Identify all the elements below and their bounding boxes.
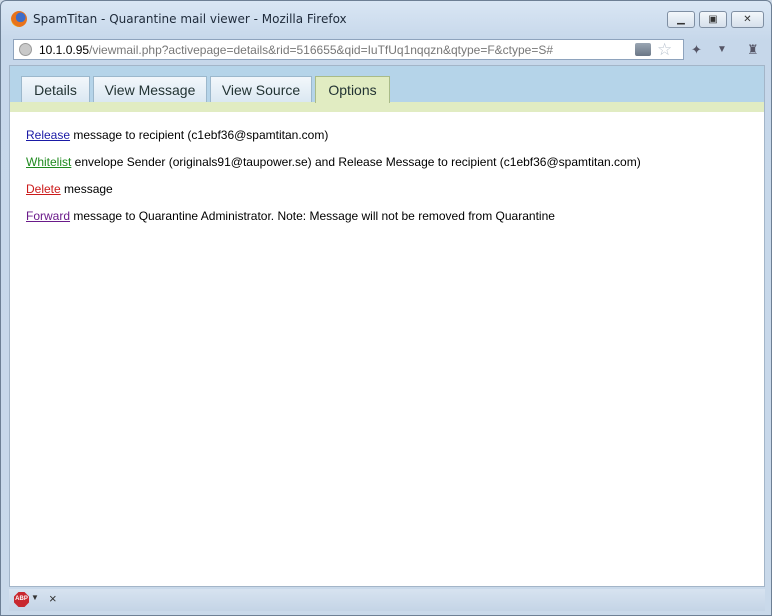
forward-link[interactable]: Forward [26,209,70,223]
navigation-bar: 10.1.0.95/viewmail.php?activepage=detail… [9,37,765,63]
url-path: /viewmail.php?activepage=details&rid=516… [89,43,554,57]
option-forward: Forward message to Quarantine Administra… [26,209,555,223]
firefox-icon [11,11,27,27]
close-addon-bar-icon[interactable]: × [49,591,57,606]
url-text[interactable]: 10.1.0.95/viewmail.php?activepage=detail… [39,43,553,57]
dropdown-arrow-icon[interactable]: ▼ [717,44,727,55]
feed-icon[interactable] [635,43,651,56]
extension-icon[interactable]: ♜ [747,42,759,58]
tab-underline [10,102,764,112]
tab-view-source[interactable]: View Source [210,76,312,102]
close-window-button[interactable]: ✕ [731,11,764,28]
tab-details[interactable]: Details [21,76,90,102]
tab-options[interactable]: Options [315,76,390,103]
addon-bar: ABP ▼ × [9,589,765,611]
release-link[interactable]: Release [26,128,70,142]
tab-strip: Details View Message View Source Options [10,66,764,112]
option-whitelist: Whitelist envelope Sender (originals91@t… [26,155,641,169]
release-description: message to recipient (c1ebf36@spamtitan.… [70,128,329,142]
page-content: Details View Message View Source Options… [9,65,765,587]
adblock-menu-arrow-icon[interactable]: ▼ [31,593,39,602]
address-bar[interactable]: 10.1.0.95/viewmail.php?activepage=detail… [13,39,684,60]
whitelist-link[interactable]: Whitelist [26,155,71,169]
maximize-button[interactable]: ▣ [699,11,727,28]
option-delete: Delete message [26,182,113,196]
delete-description: message [60,182,113,196]
url-host: 10.1.0.95 [39,43,90,57]
option-release: Release message to recipient (c1ebf36@sp… [26,128,328,142]
forward-description: message to Quarantine Administrator. Not… [70,209,555,223]
addon-toolbar-icon[interactable]: ✦ [691,42,702,58]
browser-window: SpamTitan - Quarantine mail viewer - Moz… [0,0,772,616]
site-identity-icon[interactable] [19,43,32,56]
whitelist-description: envelope Sender (originals91@taupower.se… [71,155,641,169]
tab-view-message[interactable]: View Message [93,76,207,102]
adblock-plus-icon[interactable]: ABP [14,592,29,607]
window-title: SpamTitan - Quarantine mail viewer - Moz… [33,12,347,26]
delete-link[interactable]: Delete [26,182,61,196]
title-bar: SpamTitan - Quarantine mail viewer - Moz… [1,1,771,37]
bookmark-star-icon[interactable]: ☆ [657,40,672,60]
minimize-button[interactable]: ▁ [667,11,695,28]
